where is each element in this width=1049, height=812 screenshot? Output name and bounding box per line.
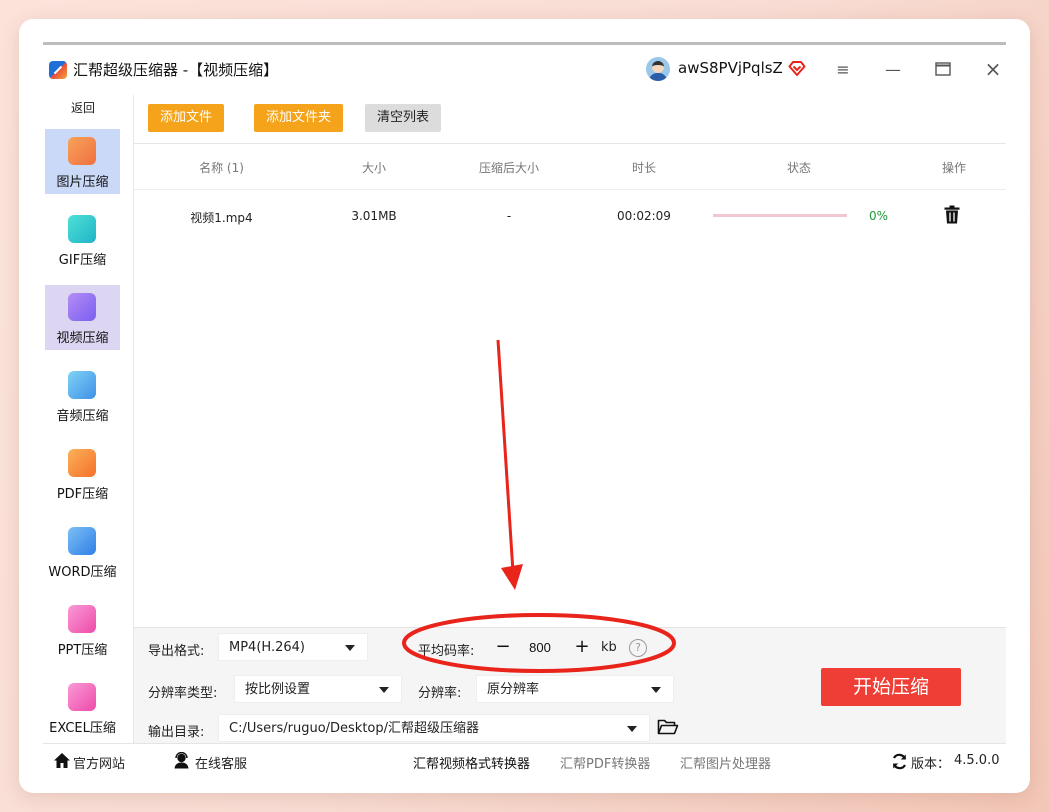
sidebar-item-excel[interactable]: EXCEL压缩 xyxy=(45,675,120,740)
vip-badge-icon[interactable] xyxy=(788,59,806,77)
sidebar-item-label: PDF压缩 xyxy=(56,487,109,502)
chevron-down-icon xyxy=(651,687,661,693)
resolution-select[interactable]: 原分辨率 xyxy=(476,675,674,703)
app-window: 汇帮超级压缩器 -【视频压缩】 awS8PVjPqlsZ ≡ — × 返回 图片… xyxy=(43,42,1006,780)
file-duration: 00:02:09 xyxy=(617,209,671,223)
close-button[interactable]: × xyxy=(981,57,1005,81)
sidebar-item-video[interactable]: 视频压缩 xyxy=(45,285,120,350)
sidebar-item-image[interactable]: 图片压缩 xyxy=(45,129,120,194)
sidebar-item-pdf[interactable]: PDF压缩 xyxy=(45,441,120,506)
chevron-down-icon xyxy=(379,687,389,693)
file-size: 3.01MB xyxy=(351,209,397,223)
audio-icon xyxy=(68,371,96,399)
chevron-down-icon xyxy=(345,645,355,651)
pdf-icon xyxy=(68,449,96,477)
word-icon xyxy=(68,527,96,555)
video-icon xyxy=(68,293,96,321)
menu-icon[interactable]: ≡ xyxy=(831,57,855,81)
start-compress-button[interactable]: 开始压缩 xyxy=(821,668,961,706)
resolution-value: 原分辨率 xyxy=(487,682,540,697)
file-name: 视频1.mp4 xyxy=(190,211,253,225)
gif-icon xyxy=(68,215,96,243)
table-row[interactable]: 视频1.mp4 3.01MB - 00:02:09 0% xyxy=(134,190,1006,238)
file-table-header: 名称 (1) 大小 压缩后大小 时长 状态 操作 xyxy=(134,144,1006,190)
column-header-name[interactable]: 名称 (1) xyxy=(164,159,279,176)
column-header-duration: 时长 xyxy=(631,161,656,175)
format-select-value: MP4(H.264) xyxy=(229,640,305,655)
sidebar: 返回 图片压缩 GIF压缩 视频压缩 音频压缩 PDF压缩 WORD压缩 PPT… xyxy=(43,95,134,743)
sidebar-item-label: EXCEL压缩 xyxy=(49,721,116,736)
add-folder-button[interactable]: 添加文件夹 xyxy=(254,104,344,132)
bitrate-unit: kb xyxy=(601,640,617,655)
folder-open-icon[interactable] xyxy=(657,718,679,736)
sidebar-item-label: GIF压缩 xyxy=(58,253,107,268)
online-support-link[interactable]: 在线客服 xyxy=(195,753,247,772)
version-number: 4.5.0.0 xyxy=(954,753,1000,768)
output-dir-select[interactable]: C:/Users/ruguo/Desktop/汇帮超级压缩器 xyxy=(218,714,650,742)
sidebar-item-ppt[interactable]: PPT压缩 xyxy=(45,597,120,662)
chevron-down-icon xyxy=(627,726,637,732)
output-dir-value: C:/Users/ruguo/Desktop/汇帮超级压缩器 xyxy=(229,721,480,736)
help-icon[interactable]: ? xyxy=(629,639,647,657)
column-header-compressed-size: 压缩后大小 xyxy=(478,161,539,175)
sidebar-item-label: 视频压缩 xyxy=(56,331,109,346)
app-title: 汇帮超级压缩器 -【视频压缩】 xyxy=(73,61,279,79)
resolution-label: 分辨率: xyxy=(418,686,462,701)
excel-icon xyxy=(68,683,96,711)
format-label: 导出格式: xyxy=(148,644,205,659)
video-converter-link[interactable]: 汇帮视频格式转换器 xyxy=(413,753,530,772)
image-processor-link[interactable]: 汇帮图片处理器 xyxy=(680,753,771,772)
format-select[interactable]: MP4(H.264) xyxy=(218,633,368,661)
sidebar-item-label: 图片压缩 xyxy=(56,175,109,190)
maximize-button[interactable] xyxy=(931,57,955,81)
bitrate-increase-button[interactable]: + xyxy=(573,637,591,657)
resolution-type-value: 按比例设置 xyxy=(245,682,311,697)
minimize-button[interactable]: — xyxy=(881,57,905,81)
column-header-actions: 操作 xyxy=(941,161,966,175)
image-icon xyxy=(68,137,96,165)
title-bar: 汇帮超级压缩器 -【视频压缩】 awS8PVjPqlsZ ≡ — × xyxy=(43,45,1006,95)
clear-list-button[interactable]: 清空列表 xyxy=(365,104,442,132)
refresh-icon[interactable] xyxy=(891,753,908,770)
bitrate-label: 平均码率: xyxy=(418,644,475,659)
output-dir-label: 输出目录: xyxy=(148,725,205,740)
progress-bar xyxy=(713,214,847,217)
add-file-button[interactable]: 添加文件 xyxy=(148,104,225,132)
app-logo-icon xyxy=(49,61,67,79)
column-header-size: 大小 xyxy=(361,161,386,175)
username[interactable]: awS8PVjPqlsZ xyxy=(678,59,783,77)
user-avatar[interactable] xyxy=(646,57,670,81)
trash-icon[interactable] xyxy=(944,205,960,224)
sidebar-item-label: WORD压缩 xyxy=(48,565,117,580)
home-icon xyxy=(54,753,70,768)
sidebar-item-word[interactable]: WORD压缩 xyxy=(45,519,120,584)
version-label: 版本： xyxy=(911,757,951,772)
resolution-type-label: 分辨率类型: xyxy=(148,686,218,701)
resolution-type-select[interactable]: 按比例设置 xyxy=(234,675,402,703)
sidebar-item-label: PPT压缩 xyxy=(57,643,108,658)
ppt-icon xyxy=(68,605,96,633)
back-button[interactable]: 返回 xyxy=(43,99,123,116)
maximize-icon xyxy=(935,62,951,76)
column-header-status: 状态 xyxy=(786,161,811,175)
footer: 官方网站 在线客服 汇帮视频格式转换器 汇帮PDF转换器 汇帮图片处理器 版本：… xyxy=(43,743,1006,780)
sidebar-item-label: 音频压缩 xyxy=(56,409,109,424)
pdf-converter-link[interactable]: 汇帮PDF转换器 xyxy=(560,753,650,772)
compressed-size: - xyxy=(506,209,512,223)
sidebar-item-gif[interactable]: GIF压缩 xyxy=(45,207,120,272)
toolbar: 添加文件 添加文件夹 清空列表 xyxy=(134,95,1006,144)
sidebar-item-audio[interactable]: 音频压缩 xyxy=(45,363,120,428)
bitrate-input[interactable] xyxy=(513,635,567,661)
official-website-link[interactable]: 官方网站 xyxy=(73,753,125,772)
customer-service-icon xyxy=(174,752,189,769)
bitrate-decrease-button[interactable]: − xyxy=(494,637,512,657)
settings-panel: 导出格式: MP4(H.264) 平均码率: − + kb ? 分辨率类型: 按… xyxy=(134,627,1006,744)
progress-percent: 0% xyxy=(869,209,889,223)
